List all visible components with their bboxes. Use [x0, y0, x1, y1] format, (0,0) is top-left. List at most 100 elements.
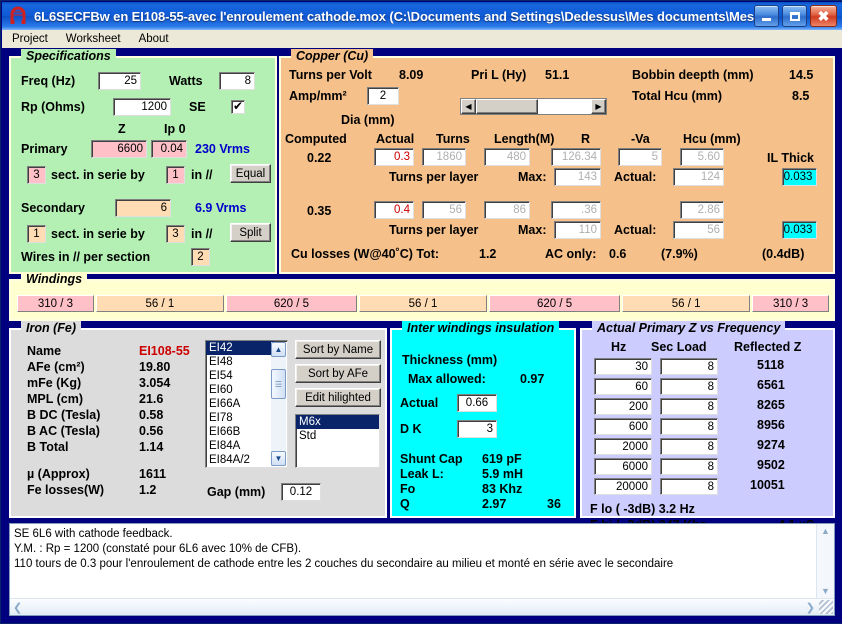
insulation-actual-input[interactable]: 0.66: [457, 394, 497, 412]
core-list-scrollbar[interactable]: ▲ ☰ ▼: [271, 342, 286, 466]
list-item[interactable]: V38x2: [206, 467, 287, 468]
sec-load-input[interactable]: 8: [660, 358, 718, 375]
notes-vertical-scrollbar[interactable]: ▲ ▼: [816, 524, 834, 598]
resize-grip[interactable]: [819, 600, 833, 614]
scroll-down-arrow[interactable]: ▼: [821, 586, 830, 598]
specifications-panel: Specifications Freq (Hz) 25 Watts 8 Rp (…: [9, 49, 277, 274]
winding-segment[interactable]: 310 / 3: [17, 295, 94, 312]
row2-turns[interactable]: 56: [422, 201, 466, 219]
scroll-thumb[interactable]: [476, 99, 538, 114]
minimize-button[interactable]: [754, 5, 779, 27]
winding-segment[interactable]: 56 / 1: [358, 295, 488, 312]
hz-input[interactable]: 30: [594, 358, 652, 375]
row1-actual-input[interactable]: 0.3: [374, 148, 414, 166]
thickness-label: Thickness (mm): [402, 353, 498, 367]
row1-turns[interactable]: 1860: [422, 148, 466, 166]
equal-button[interactable]: Equal: [230, 164, 271, 183]
pri-l-scrollbar[interactable]: ◀ ▶: [460, 98, 607, 115]
menu-item-about[interactable]: About: [131, 32, 177, 46]
se-checkbox[interactable]: ✔: [231, 100, 245, 114]
hz-input[interactable]: 600: [594, 418, 652, 435]
hz-input[interactable]: 60: [594, 378, 652, 395]
row1-r[interactable]: 126.34: [551, 148, 601, 166]
scroll-track[interactable]: ☰: [271, 357, 286, 451]
row2-max[interactable]: 110: [554, 221, 601, 239]
reflected-z-value: 9274: [757, 438, 785, 452]
scroll-left-arrow[interactable]: ◀: [461, 99, 476, 114]
sec-load-input[interactable]: 8: [660, 458, 718, 475]
primary-parallel-input[interactable]: 1: [166, 166, 185, 184]
hz-input[interactable]: 20000: [594, 478, 652, 495]
maximize-button[interactable]: [782, 5, 807, 27]
notes-textarea[interactable]: SE 6L6 with cathode feedback. Y.M. : Rp …: [9, 523, 835, 616]
rp-input[interactable]: 1200: [113, 98, 171, 116]
sec-load-input[interactable]: 8: [660, 378, 718, 395]
hz-input[interactable]: 200: [594, 398, 652, 415]
hz-input[interactable]: 6000: [594, 458, 652, 475]
edit-hilighted-button[interactable]: Edit hilighted: [295, 388, 381, 407]
primary-sections-input[interactable]: 3: [27, 166, 46, 184]
secondary-sections-input[interactable]: 1: [27, 225, 46, 243]
freq-input[interactable]: 25: [98, 72, 141, 90]
sort-by-name-button[interactable]: Sort by Name: [295, 340, 381, 359]
se-label: SE: [189, 100, 206, 114]
row2-actual-input[interactable]: 0.4: [374, 201, 414, 219]
row2-hcu[interactable]: 2.86: [680, 201, 724, 219]
winding-segment[interactable]: 620 / 5: [225, 295, 357, 312]
gap-input[interactable]: 0.12: [281, 483, 321, 501]
scroll-right-arrow[interactable]: ▶: [591, 99, 606, 114]
menu-item-worksheet[interactable]: Worksheet: [58, 32, 129, 46]
row1-va[interactable]: 5: [618, 148, 662, 166]
row2-r[interactable]: .36: [551, 201, 601, 219]
notes-horizontal-scrollbar[interactable]: ❮ ❯: [10, 598, 834, 615]
row1-max[interactable]: 143: [554, 168, 601, 186]
iron-name-value: EI108-55: [139, 344, 190, 358]
gap-label: Gap (mm): [207, 485, 266, 499]
row1-actual-tpl[interactable]: 124: [673, 168, 724, 186]
material-listbox[interactable]: M6x Std: [295, 414, 380, 468]
winding-segment[interactable]: 620 / 5: [489, 295, 621, 312]
row2-il-thick[interactable]: 0.033: [782, 221, 817, 239]
primary-z-input[interactable]: 6600: [91, 140, 147, 158]
list-item[interactable]: Std: [296, 429, 379, 443]
row1-il-thick[interactable]: 0.033: [782, 168, 817, 186]
row2-computed: 0.35: [307, 204, 332, 218]
row1-length[interactable]: 480: [484, 148, 530, 166]
watts-input[interactable]: 8: [219, 72, 255, 90]
split-button[interactable]: Split: [230, 223, 271, 242]
row1-hcu[interactable]: 5.60: [680, 148, 724, 166]
scroll-down-arrow[interactable]: ▼: [271, 451, 286, 466]
row2-length[interactable]: 86: [484, 201, 530, 219]
scroll-thumb[interactable]: ☰: [271, 369, 286, 399]
scroll-track[interactable]: [476, 99, 591, 114]
sec-load-input[interactable]: 8: [660, 418, 718, 435]
amp-mm2-input[interactable]: 2: [367, 87, 399, 105]
dk-input[interactable]: 3: [457, 420, 497, 438]
secondary-z-input[interactable]: 6: [115, 199, 171, 217]
wires-per-section-input[interactable]: 2: [191, 248, 210, 266]
menu-item-project[interactable]: Project: [4, 32, 56, 46]
row2-actual-tpl[interactable]: 56: [673, 221, 724, 239]
col-reflected-z: Reflected Z: [734, 340, 802, 354]
reflected-z-value: 10051: [750, 478, 785, 492]
magnet-coil-icon: [8, 6, 28, 26]
list-item[interactable]: M6x: [296, 415, 379, 429]
sec-load-input[interactable]: 8: [660, 478, 718, 495]
scroll-up-arrow[interactable]: ▲: [271, 342, 286, 357]
list-item[interactable]: EI42: [206, 341, 274, 355]
scroll-up-arrow[interactable]: ▲: [821, 524, 830, 536]
scroll-right-arrow[interactable]: ❯: [806, 601, 815, 614]
client-area: Specifications Freq (Hz) 25 Watts 8 Rp (…: [2, 48, 842, 623]
scroll-left-arrow[interactable]: ❮: [13, 601, 22, 614]
winding-segment[interactable]: 310 / 3: [752, 295, 830, 312]
hz-input[interactable]: 2000: [594, 438, 652, 455]
secondary-parallel-input[interactable]: 3: [166, 225, 185, 243]
winding-segment[interactable]: 56 / 1: [622, 295, 751, 312]
close-button[interactable]: ✖: [810, 5, 837, 27]
core-listbox[interactable]: EI42 EI48 EI54 EI60 EI66A EI78 EI66B EI8…: [205, 340, 288, 468]
sec-load-input[interactable]: 8: [660, 438, 718, 455]
sec-load-input[interactable]: 8: [660, 398, 718, 415]
sort-by-afe-button[interactable]: Sort by AFe: [295, 364, 381, 383]
winding-segment[interactable]: 56 / 1: [95, 295, 224, 312]
primary-ip0-input[interactable]: 0.04: [151, 140, 187, 158]
